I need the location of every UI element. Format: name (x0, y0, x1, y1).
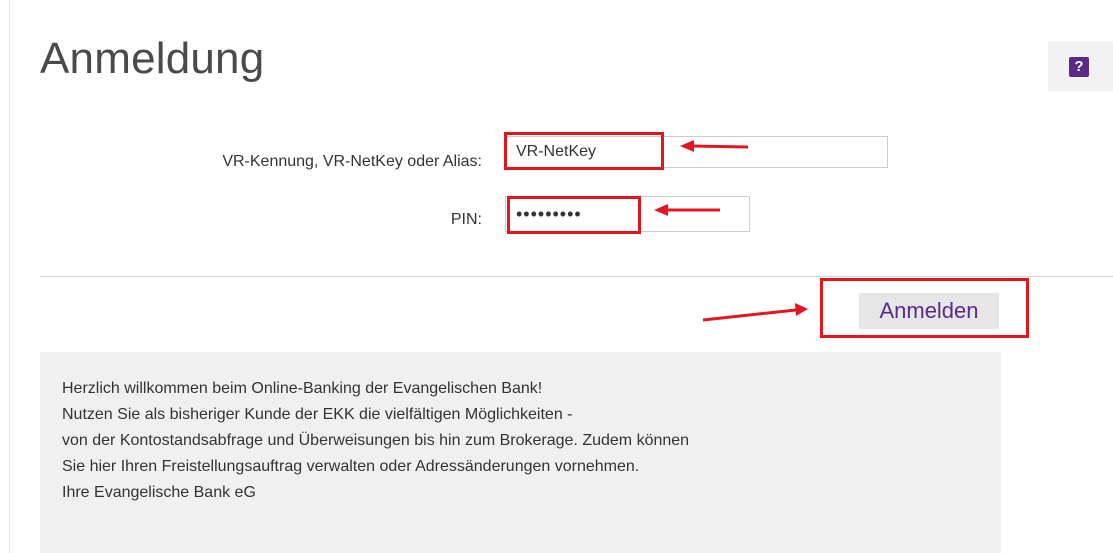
left-border (9, 0, 10, 553)
info-line: Sie hier Ihren Freistellungsauftrag verw… (62, 458, 640, 475)
pin-input[interactable] (505, 196, 750, 232)
info-line: Nutzen Sie als bisheriger Kunde der EKK … (62, 406, 573, 423)
arrow-icon (702, 303, 808, 322)
info-line: Ihre Evangelische Bank eG (62, 484, 256, 501)
username-input[interactable] (505, 136, 888, 168)
page-title: Anmeldung (40, 34, 265, 83)
login-button[interactable]: Anmelden (859, 293, 999, 329)
info-line: Herzlich willkommen beim Online-Banking … (62, 380, 543, 397)
login-page: Anmeldung ? VR-Kennung, VR-NetKey oder A… (0, 0, 1113, 553)
help-icon[interactable]: ? (1069, 57, 1089, 77)
pin-label: PIN: (450, 211, 482, 228)
info-line: von der Kontostandsabfrage und Überweisu… (62, 432, 690, 449)
username-label: VR-Kennung, VR-NetKey oder Alias: (222, 153, 482, 170)
form-divider (40, 276, 1113, 277)
welcome-info-box: Herzlich willkommen beim Online-Banking … (40, 352, 1001, 553)
